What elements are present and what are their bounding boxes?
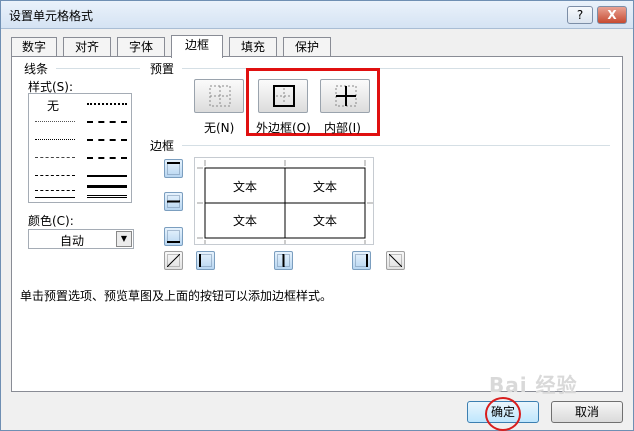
border-right-button[interactable]	[352, 251, 371, 270]
border-preview[interactable]: 文本 文本 文本 文本	[194, 157, 374, 245]
tab-border[interactable]: 边框	[171, 35, 223, 58]
line-style-medium-dash-dot-dot[interactable]	[87, 103, 127, 105]
preview-cell-3: 文本	[232, 214, 257, 228]
help-button[interactable]: ?	[567, 6, 593, 24]
line-style-slant-dash-dot[interactable]	[87, 121, 127, 123]
close-button[interactable]: X	[597, 6, 627, 24]
dialog-title: 设置单元格格式	[9, 9, 94, 23]
tab-protection[interactable]: 保护	[283, 37, 331, 57]
chevron-down-icon[interactable]: ▼	[116, 231, 132, 247]
diagonal-down-icon	[389, 254, 402, 267]
preset-none-label: 无(N)	[204, 121, 235, 135]
preset-outline-label: 外边框(O)	[256, 121, 311, 135]
line-style-dash-dot[interactable]	[35, 175, 75, 176]
border-vertical-icon	[277, 254, 290, 267]
info-text: 单击预置选项、预览草图及上面的按钮可以添加边框样式。	[20, 289, 333, 303]
line-style-none[interactable]: 无	[39, 97, 67, 114]
tab-fill[interactable]: 填充	[229, 37, 277, 57]
border-left-icon	[199, 254, 212, 267]
border-middle-horizontal-button[interactable]	[164, 192, 183, 211]
preset-outline-icon	[273, 85, 295, 107]
line-style-double[interactable]	[87, 195, 127, 198]
line-style-dash-dot-dot[interactable]	[35, 157, 75, 158]
border-top-button[interactable]	[164, 159, 183, 178]
cancel-button[interactable]: 取消	[551, 401, 623, 423]
border-group-divider	[182, 145, 610, 146]
border-bottom-button[interactable]	[164, 227, 183, 246]
border-diagonal-down-button[interactable]	[386, 251, 405, 270]
title-bar: 设置单元格格式 ? X	[1, 1, 633, 29]
diagonal-up-icon	[167, 254, 180, 267]
highlight-circle	[485, 397, 521, 431]
border-bottom-icon	[167, 230, 180, 243]
preset-none-button[interactable]	[194, 79, 244, 113]
line-group-divider	[56, 68, 140, 69]
border-middle-vertical-button[interactable]	[274, 251, 293, 270]
line-style-dotted[interactable]	[35, 139, 75, 140]
border-horizontal-icon	[167, 195, 180, 208]
preset-inside-button[interactable]	[320, 79, 370, 113]
border-top-icon	[167, 162, 180, 175]
preset-group-title: 预置	[150, 62, 175, 76]
line-style-medium-dash-dot[interactable]	[87, 139, 127, 141]
border-left-button[interactable]	[196, 251, 215, 270]
preview-grid	[197, 160, 373, 244]
line-style-medium-dashed[interactable]	[87, 157, 127, 159]
line-style-dashed[interactable]	[35, 190, 75, 191]
color-dropdown[interactable]: 自动 ▼	[28, 229, 134, 249]
border-group-title: 边框	[150, 139, 175, 153]
border-tab-panel: 线条 样式(S): 无 颜色(C): 自动 ▼ 预置 无(N) 外边框(O) 内…	[11, 56, 623, 392]
tab-font[interactable]: 字体	[117, 37, 165, 57]
color-label: 颜色(C):	[28, 214, 74, 228]
line-style-hair[interactable]	[35, 121, 75, 122]
line-style-list[interactable]: 无	[28, 93, 132, 203]
line-style-thick[interactable]	[87, 185, 127, 188]
line-style-thin[interactable]	[35, 197, 75, 198]
preset-inside-label: 内部(I)	[324, 121, 361, 135]
color-dropdown-value: 自动	[59, 234, 84, 248]
format-cells-dialog: 设置单元格格式 ? X 数字 对齐 字体 边框 填充 保护 线条 样式(S): …	[0, 0, 634, 431]
tab-number[interactable]: 数字	[11, 37, 57, 57]
line-group-title: 线条	[24, 62, 49, 76]
preview-cell-2: 文本	[312, 180, 337, 194]
watermark: Bai 经验	[489, 373, 578, 397]
border-diagonal-up-button[interactable]	[164, 251, 183, 270]
preset-inside-icon	[335, 85, 357, 107]
line-style-medium[interactable]	[87, 175, 127, 177]
preview-cell-4: 文本	[312, 214, 337, 228]
preset-outline-button[interactable]	[258, 79, 308, 113]
preview-cell-1: 文本	[232, 180, 257, 194]
border-right-icon	[355, 254, 368, 267]
preset-none-icon	[209, 85, 231, 107]
tab-alignment[interactable]: 对齐	[63, 37, 111, 57]
